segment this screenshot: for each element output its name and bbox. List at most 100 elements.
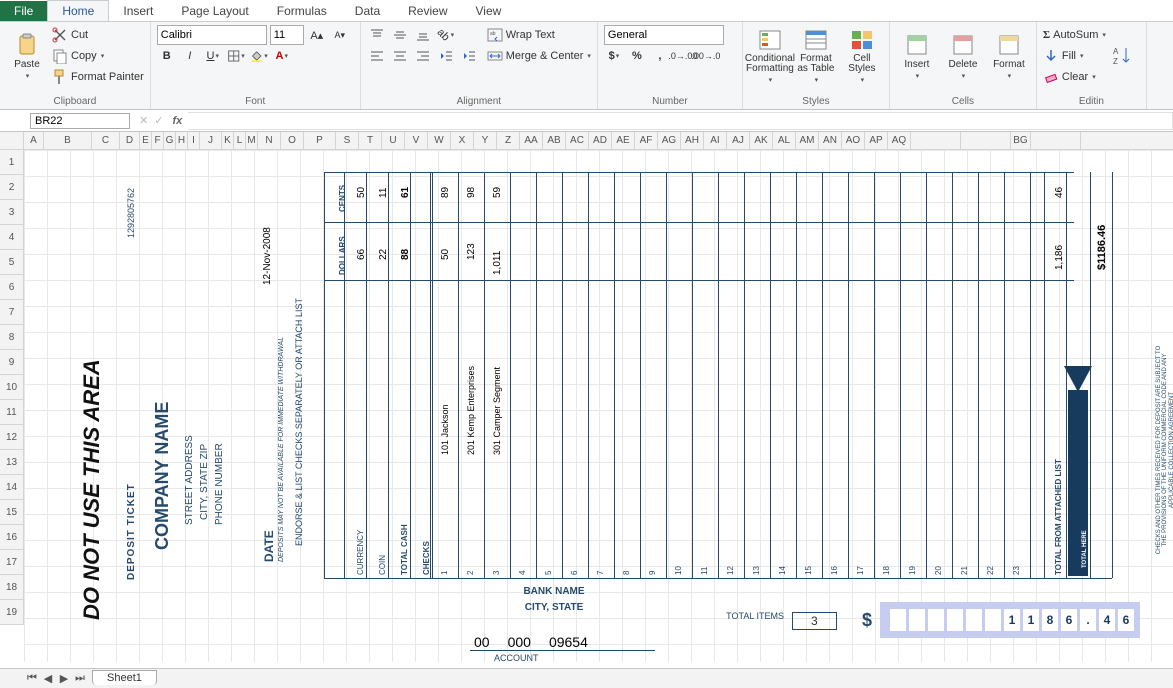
sheet-tab-active[interactable]: Sheet1 xyxy=(92,670,157,685)
row-header[interactable]: 3 xyxy=(0,200,24,225)
column-header[interactable]: N xyxy=(258,132,281,149)
fill-color-button[interactable]: ▾ xyxy=(249,46,269,66)
increase-decimal-button[interactable]: .0→.00 xyxy=(673,46,693,66)
font-color-button[interactable]: A▾ xyxy=(272,46,292,66)
row-header[interactable]: 7 xyxy=(0,300,24,325)
column-header[interactable]: B xyxy=(44,132,92,149)
row-header[interactable]: 10 xyxy=(0,375,24,400)
column-header[interactable]: BG xyxy=(1011,132,1031,149)
spreadsheet-grid[interactable]: ABCDEFGHIJKLMNOPSTUVWXYZAAABACADAEAFAGAH… xyxy=(0,132,1173,662)
clear-button[interactable]: Clear▾ xyxy=(1043,67,1106,87)
row-header[interactable]: 6 xyxy=(0,275,24,300)
row-header[interactable]: 12 xyxy=(0,425,24,450)
autosum-button[interactable]: Σ AutoSum▾ xyxy=(1043,25,1106,45)
column-header[interactable]: AO xyxy=(842,132,865,149)
column-header[interactable]: E xyxy=(140,132,152,149)
column-header[interactable]: V xyxy=(405,132,428,149)
tab-insert[interactable]: Insert xyxy=(109,1,167,21)
align-top-button[interactable] xyxy=(367,25,387,45)
column-header[interactable]: D xyxy=(120,132,140,149)
column-header[interactable]: AH xyxy=(681,132,704,149)
column-header[interactable]: AC xyxy=(566,132,589,149)
column-header[interactable]: S xyxy=(336,132,359,149)
decrease-indent-button[interactable] xyxy=(436,46,456,66)
column-header[interactable]: AN xyxy=(819,132,842,149)
column-header[interactable] xyxy=(1031,132,1081,149)
row-header[interactable]: 19 xyxy=(0,600,24,625)
merge-center-button[interactable]: Merge & Center▾ xyxy=(487,46,591,66)
row-header[interactable]: 8 xyxy=(0,325,24,350)
column-header[interactable]: AM xyxy=(796,132,819,149)
row-header[interactable]: 4 xyxy=(0,225,24,250)
column-header[interactable]: U xyxy=(382,132,405,149)
row-header[interactable]: 1 xyxy=(0,150,24,175)
row-header[interactable]: 11 xyxy=(0,400,24,425)
bold-button[interactable]: B xyxy=(157,46,177,66)
underline-button[interactable]: U▾ xyxy=(203,46,223,66)
column-header[interactable]: Z xyxy=(497,132,520,149)
column-header[interactable]: P xyxy=(304,132,336,149)
orientation-button[interactable]: ab▾ xyxy=(436,25,456,45)
row-header[interactable]: 9 xyxy=(0,350,24,375)
italic-button[interactable]: I xyxy=(180,46,200,66)
font-size-select[interactable] xyxy=(270,25,304,45)
confirm-formula-icon[interactable]: ✓ xyxy=(154,114,163,127)
tab-page-layout[interactable]: Page Layout xyxy=(167,1,262,21)
increase-font-button[interactable]: A▴ xyxy=(307,25,327,45)
number-format-select[interactable] xyxy=(604,25,724,45)
column-header[interactable]: M xyxy=(246,132,258,149)
currency-button[interactable]: $▾ xyxy=(604,46,624,66)
cancel-formula-icon[interactable]: ✕ xyxy=(139,114,148,127)
align-bottom-button[interactable] xyxy=(413,25,433,45)
column-header[interactable]: AQ xyxy=(888,132,911,149)
column-header[interactable]: AG xyxy=(658,132,681,149)
format-painter-button[interactable]: Format Painter xyxy=(52,67,144,87)
column-header[interactable]: O xyxy=(281,132,304,149)
column-header[interactable]: Y xyxy=(474,132,497,149)
format-cells-button[interactable]: Format▾ xyxy=(988,25,1030,87)
column-header[interactable]: AP xyxy=(865,132,888,149)
cut-button[interactable]: Cut xyxy=(52,25,144,45)
column-header[interactable]: AF xyxy=(635,132,658,149)
copy-button[interactable]: Copy▾ xyxy=(52,46,144,66)
fx-icon[interactable]: fx xyxy=(172,115,182,127)
cell-styles-button[interactable]: Cell Styles▾ xyxy=(841,25,883,87)
column-header[interactable] xyxy=(911,132,961,149)
borders-button[interactable]: ▾ xyxy=(226,46,246,66)
column-header[interactable]: AA xyxy=(520,132,543,149)
column-header[interactable]: AK xyxy=(750,132,773,149)
row-header[interactable]: 2 xyxy=(0,175,24,200)
align-left-button[interactable] xyxy=(367,46,387,66)
wrap-text-button[interactable]: abWrap Text xyxy=(487,25,591,45)
file-tab[interactable]: File xyxy=(0,1,47,21)
align-center-button[interactable] xyxy=(390,46,410,66)
column-header[interactable]: W xyxy=(428,132,451,149)
column-header[interactable]: I xyxy=(188,132,200,149)
column-header[interactable]: T xyxy=(359,132,382,149)
sheet-nav-prev[interactable]: ◀ xyxy=(40,671,56,687)
tab-home[interactable]: Home xyxy=(47,0,109,21)
column-header[interactable]: X xyxy=(451,132,474,149)
tab-review[interactable]: Review xyxy=(394,1,461,21)
delete-cells-button[interactable]: Delete▾ xyxy=(942,25,984,87)
row-header[interactable]: 13 xyxy=(0,450,24,475)
row-header[interactable]: 16 xyxy=(0,525,24,550)
column-header[interactable]: C xyxy=(92,132,120,149)
insert-cells-button[interactable]: Insert▾ xyxy=(896,25,938,87)
name-box[interactable] xyxy=(30,113,130,129)
row-header[interactable]: 17 xyxy=(0,550,24,575)
decrease-decimal-button[interactable]: .00→.0 xyxy=(696,46,716,66)
column-header[interactable]: AE xyxy=(612,132,635,149)
sheet-nav-first[interactable]: ⏮ xyxy=(24,671,40,687)
comma-button[interactable]: , xyxy=(650,46,670,66)
sheet-nav-next[interactable]: ▶ xyxy=(56,671,72,687)
column-header[interactable]: A xyxy=(24,132,44,149)
increase-indent-button[interactable] xyxy=(459,46,479,66)
tab-formulas[interactable]: Formulas xyxy=(263,1,341,21)
column-header[interactable]: AJ xyxy=(727,132,750,149)
column-header[interactable]: AL xyxy=(773,132,796,149)
column-header[interactable]: L xyxy=(234,132,246,149)
tab-view[interactable]: View xyxy=(462,1,516,21)
row-header[interactable]: 5 xyxy=(0,250,24,275)
column-header[interactable]: F xyxy=(152,132,164,149)
